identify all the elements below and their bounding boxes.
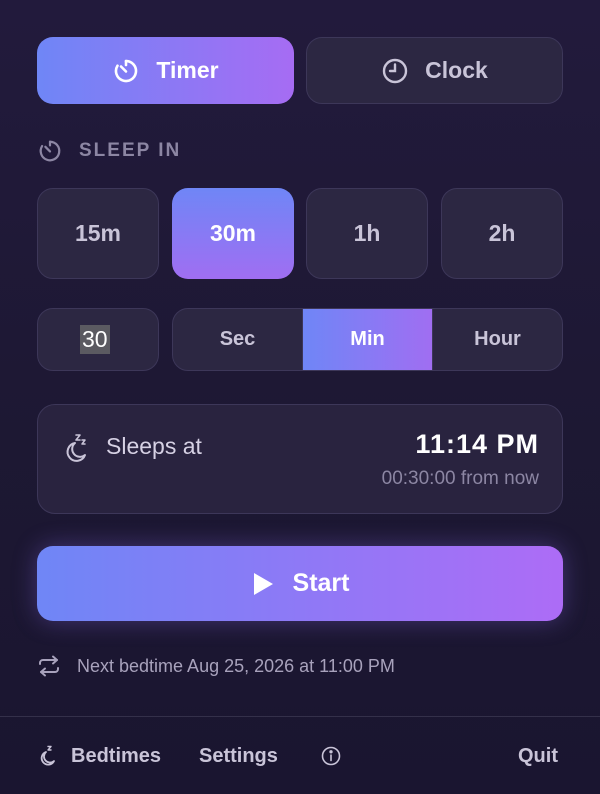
unit-min-button[interactable]: Min — [303, 309, 433, 370]
sleep-time: 11:14 PM — [415, 429, 539, 459]
sleep-in-section-label: SLEEP IN — [37, 137, 181, 165]
custom-duration-input[interactable]: 30 — [37, 308, 159, 371]
footer-divider — [0, 716, 600, 717]
unit-sec-button[interactable]: Sec — [173, 309, 303, 370]
settings-label: Settings — [199, 744, 278, 767]
info-button[interactable] — [321, 742, 341, 770]
unit-hour-button[interactable]: Hour — [433, 309, 562, 370]
next-bedtime-text: Next bedtime Aug 25, 2026 at 11:00 PM — [77, 655, 395, 676]
countdown-text: 00:30:00 from now — [381, 468, 539, 489]
timer-mode-button[interactable]: Timer — [37, 37, 294, 104]
preset-label: 30m — [209, 220, 257, 246]
start-button[interactable]: Start — [37, 546, 563, 621]
sleep-in-label: SLEEP IN — [79, 140, 182, 161]
sleeps-at-label: Sleeps at — [106, 433, 202, 459]
moon-zzz-icon — [40, 745, 55, 766]
next-bedtime-info: Next bedtime Aug 25, 2026 at 11:00 PM — [37, 652, 395, 680]
quit-button[interactable]: Quit — [518, 742, 558, 770]
preset-1h-button[interactable]: 1h — [306, 188, 428, 279]
preset-30m-button[interactable]: 30m — [172, 188, 294, 279]
preset-label: 2h — [488, 220, 516, 246]
quit-label: Quit — [518, 744, 558, 767]
unit-selector: Sec Min Hour — [172, 308, 563, 371]
custom-duration-value: 30 — [80, 325, 110, 354]
clock-mode-button[interactable]: Clock — [306, 37, 563, 104]
stopwatch-icon — [115, 59, 138, 82]
bedtimes-button[interactable]: Bedtimes — [37, 742, 161, 770]
preset-15m-button[interactable]: 15m — [37, 188, 159, 279]
settings-button[interactable]: Settings — [199, 742, 278, 770]
preset-label: 1h — [353, 220, 381, 246]
moon-zzz-icon — [66, 434, 86, 462]
bedtimes-label: Bedtimes — [71, 744, 162, 767]
sleeps-at-card: Sleeps at 11:14 PM 00:30:00 from now — [37, 404, 563, 514]
repeat-icon — [39, 655, 59, 677]
clock-icon — [382, 58, 408, 83]
info-icon — [321, 746, 341, 766]
clock-mode-label: Clock — [425, 57, 488, 83]
start-label: Start — [292, 569, 350, 597]
preset-label: 15m — [74, 220, 122, 246]
play-icon — [253, 572, 273, 595]
timer-mode-label: Timer — [156, 57, 219, 83]
timer-icon — [39, 140, 61, 162]
preset-2h-button[interactable]: 2h — [441, 188, 563, 279]
